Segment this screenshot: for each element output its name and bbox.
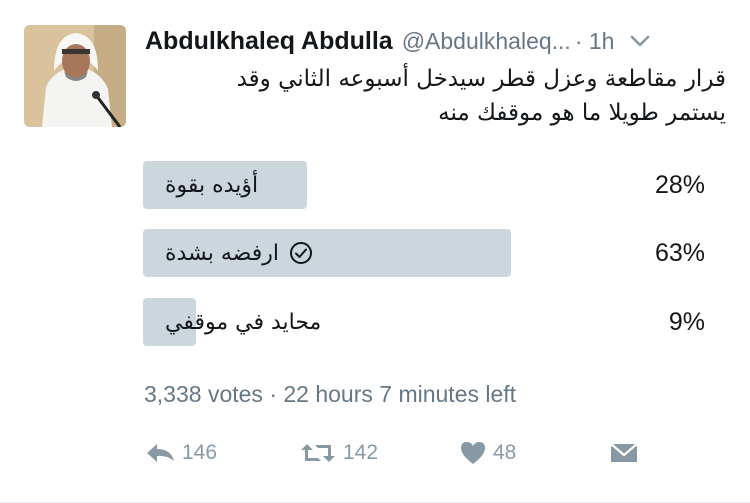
poll-option-label: محايد في موقفي [165, 298, 321, 346]
poll-option-percent: 9% [668, 307, 705, 336]
tweet-time[interactable]: · 1h [575, 28, 615, 55]
poll-option-label: ارفضه بشدة [165, 229, 313, 277]
poll-option-2: ارفضه بشدة 63% [143, 229, 723, 277]
reply-count: 146 [182, 441, 218, 464]
poll-option-text: أؤيده بقوة [165, 172, 259, 198]
tweet-text-line-2: يستمر طويلا ما هو موقفك منه [438, 100, 726, 126]
retweet-count: 142 [343, 441, 379, 464]
poll-option-1: أؤيده بقوة 28% [143, 161, 723, 209]
direct-message-button[interactable] [609, 436, 639, 470]
check-circle-icon [289, 242, 312, 264]
author-handle[interactable]: @Abdulkhaleq... [402, 28, 571, 55]
author-name[interactable]: Abdulkhaleq Abdulla [145, 27, 393, 56]
poll-time-left: 22 hours 7 minutes left [283, 381, 517, 407]
poll-votes: 3,338 votes [144, 381, 263, 407]
poll-separator: · [269, 381, 277, 407]
tweet-text: قرار مقاطعة وعزل قطر سيدخل أسبوعه الثاني… [145, 62, 726, 130]
avatar-photo [24, 25, 126, 127]
poll-option-percent: 63% [654, 238, 705, 267]
tweet-text-line-1: قرار مقاطعة وعزل قطر سيدخل أسبوعه الثاني… [236, 66, 726, 92]
poll-meta: 3,338 votes · 22 hours 7 minutes left [144, 381, 516, 408]
retweet-button[interactable]: 142 [299, 436, 459, 470]
poll-option-label: أؤيده بقوة [165, 161, 258, 209]
chevron-down-icon[interactable] [630, 34, 650, 48]
author-avatar[interactable] [24, 25, 126, 127]
tweet-actions: 146 142 48 [144, 436, 639, 470]
poll-option-3: محايد في موقفي 9% [143, 298, 723, 346]
poll-option-text: محايد في موقفي [165, 309, 322, 335]
like-count: 48 [493, 441, 517, 464]
tweet-header: Abdulkhaleq Abdulla @Abdulkhaleq... · 1h [145, 23, 730, 59]
retweet-icon [301, 444, 335, 462]
reply-icon [147, 444, 174, 462]
poll-option-percent: 28% [654, 170, 705, 199]
reply-button[interactable]: 146 [144, 436, 299, 470]
envelope-icon [610, 443, 638, 462]
heart-icon [461, 442, 485, 464]
like-button[interactable]: 48 [459, 436, 609, 470]
poll-option-text: ارفضه بشدة [165, 240, 279, 266]
